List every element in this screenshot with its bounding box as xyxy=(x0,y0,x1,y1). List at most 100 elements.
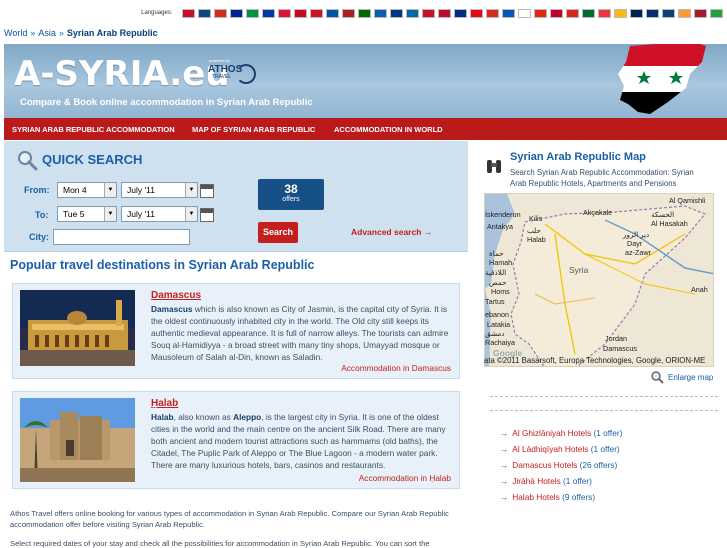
language-flag-icon[interactable] xyxy=(550,8,563,18)
hotel-offer-count: (1 offer) xyxy=(563,476,592,486)
to-day-select[interactable]: Tue 5 ▼ xyxy=(57,206,117,222)
language-flag-icon[interactable] xyxy=(374,8,387,18)
language-flag-icon[interactable] xyxy=(566,8,579,18)
map-section-title[interactable]: Syrian Arab Republic Map xyxy=(510,151,646,163)
header-tagline: Compare & Book online accommodation in S… xyxy=(20,97,313,108)
hotel-name[interactable]: Al Ghizlāniyah Hotels xyxy=(512,428,591,438)
language-flag-icon[interactable] xyxy=(294,8,307,18)
accommodation-link[interactable]: Accommodation in Ḥalab xyxy=(359,473,451,483)
from-month-select[interactable]: July '11 ▼ xyxy=(121,182,198,198)
language-flag-icon[interactable] xyxy=(630,8,643,18)
destination-text: which is also known as City of Jasmin, i… xyxy=(151,304,449,362)
breadcrumb-asia-link[interactable]: Asia xyxy=(38,28,56,38)
hotel-offer-count: (9 offers) xyxy=(562,492,596,502)
nav-map[interactable]: MAP OF SYRIAN ARAB REPUBLIC xyxy=(192,125,315,134)
language-flag-icon[interactable] xyxy=(534,8,547,18)
language-flag-icon[interactable] xyxy=(646,8,659,18)
map-label: حلب xyxy=(527,226,541,235)
hotel-link-item[interactable]: → Al Lādhiqīyah Hotels (1 offer) xyxy=(500,444,620,454)
footnote-text: Athos Travel offers online booking for v… xyxy=(10,509,449,529)
destination-bold-name: Damascus xyxy=(151,304,193,314)
map-label: Hamah xyxy=(489,258,513,267)
nav-accommodation[interactable]: SYRIAN ARAB REPUBLIC ACCOMMODATION xyxy=(12,125,175,134)
advanced-search-link[interactable]: Advanced search → xyxy=(351,227,432,237)
hotel-link-item[interactable]: → Jirāhā Hotels (1 offer) xyxy=(500,476,592,486)
destination-description: Damascus which is also known as City of … xyxy=(151,303,457,363)
binoculars-icon xyxy=(487,160,501,173)
map-label: اللاذقية xyxy=(485,268,507,277)
hotel-name[interactable]: Ḥalab Hotels xyxy=(512,492,560,502)
hotel-offer-count: (1 offer) xyxy=(593,428,623,438)
language-flag-icon[interactable] xyxy=(614,8,627,18)
city-label: City: xyxy=(29,232,49,242)
language-flag-icon[interactable] xyxy=(502,8,515,18)
destination-name[interactable]: Ḥalab xyxy=(151,398,178,409)
enlarge-map-link[interactable]: Enlarge map xyxy=(668,373,713,382)
language-flag-icon[interactable] xyxy=(422,8,435,18)
language-flag-icon[interactable] xyxy=(246,8,259,18)
map-label: Dayr xyxy=(627,239,643,248)
language-flag-icon[interactable] xyxy=(278,8,291,18)
damascus-photo[interactable] xyxy=(20,290,135,366)
search-button[interactable]: Search xyxy=(258,222,298,243)
map-label: Akçakale xyxy=(583,208,613,217)
hotel-link-item[interactable]: → Damascus Hotels (26 offers) xyxy=(500,460,617,470)
language-flag-icon[interactable] xyxy=(406,8,419,18)
halab-photo[interactable] xyxy=(20,398,135,482)
destination-name[interactable]: Damascus xyxy=(151,290,201,301)
language-flag-icon[interactable] xyxy=(262,8,275,18)
language-flags xyxy=(179,8,723,18)
to-calendar-icon[interactable] xyxy=(200,208,214,222)
language-flag-icon[interactable] xyxy=(198,8,211,18)
language-flag-icon[interactable] xyxy=(518,8,531,18)
from-calendar-icon[interactable] xyxy=(200,184,214,198)
language-flag-icon[interactable] xyxy=(230,8,243,18)
athos-logo-sub: TRAVEL xyxy=(212,74,232,80)
map-section-subtitle: Search Syrian Arab Republic Accommodatio… xyxy=(510,168,694,188)
language-flag-icon[interactable] xyxy=(694,8,707,18)
hotel-link-item[interactable]: → Al Ghizlāniyah Hotels (1 offer) xyxy=(500,428,622,438)
language-flag-icon[interactable] xyxy=(326,8,339,18)
hotel-offer-count: (1 offer) xyxy=(590,444,620,454)
site-logo[interactable]: A-SYRIA.eu xyxy=(14,54,230,94)
language-flag-icon[interactable] xyxy=(598,8,611,18)
accommodation-link[interactable]: Accommodation in Damascus xyxy=(341,363,451,373)
chevron-down-icon: ▼ xyxy=(104,207,116,221)
destination-description: Halab, also known as Aleppo, is the larg… xyxy=(151,411,457,471)
to-month-select[interactable]: July '11 ▼ xyxy=(121,206,198,222)
language-flag-icon[interactable] xyxy=(470,8,483,18)
language-flag-icon[interactable] xyxy=(342,8,355,18)
language-flag-icon[interactable] xyxy=(310,8,323,18)
nav-world-accommodation[interactable]: ACCOMMODATION IN WORLD xyxy=(334,125,443,134)
language-flag-icon[interactable] xyxy=(214,8,227,18)
language-flag-icon[interactable] xyxy=(662,8,675,18)
chevron-down-icon: ▼ xyxy=(185,183,197,197)
footnote-text-2: Select required dates of your stay and c… xyxy=(10,539,430,548)
breadcrumb-world-link[interactable]: World xyxy=(4,28,27,38)
google-map[interactable]: Kilis Akçakale Al Qamishli İskenderun ال… xyxy=(484,193,714,367)
chevron-down-icon: ▼ xyxy=(104,183,116,197)
map-label-country: Syria xyxy=(569,265,589,275)
quick-search-panel: QUICK SEARCH From: Mon 4 ▼ July '11 ▼ To: … xyxy=(4,141,468,252)
language-flag-icon[interactable] xyxy=(358,8,371,18)
powered-by-label: powered by xyxy=(209,58,230,63)
hotel-name[interactable]: Al Lādhiqīyah Hotels xyxy=(512,444,588,454)
hotel-name[interactable]: Jirāhā Hotels xyxy=(512,476,560,486)
hotel-name[interactable]: Damascus Hotels xyxy=(512,460,577,470)
hotel-link-item[interactable]: → Ḥalab Hotels (9 offers) xyxy=(500,492,595,502)
language-flag-icon[interactable] xyxy=(454,8,467,18)
language-flag-icon[interactable] xyxy=(582,8,595,18)
syria-flag-map-icon xyxy=(618,44,706,114)
language-flag-icon[interactable] xyxy=(182,8,195,18)
language-flag-icon[interactable] xyxy=(678,8,691,18)
arrow-right-icon: → xyxy=(500,492,509,502)
from-day-select[interactable]: Mon 4 ▼ xyxy=(57,182,117,198)
language-flag-icon[interactable] xyxy=(710,8,723,18)
city-input[interactable] xyxy=(53,229,190,245)
language-flag-icon[interactable] xyxy=(438,8,451,18)
from-month-value: July '11 xyxy=(127,185,155,195)
language-flag-icon[interactable] xyxy=(390,8,403,18)
zoom-icon xyxy=(651,371,664,384)
language-flag-icon[interactable] xyxy=(486,8,499,18)
destination-text-pre: , also known as xyxy=(173,412,234,422)
